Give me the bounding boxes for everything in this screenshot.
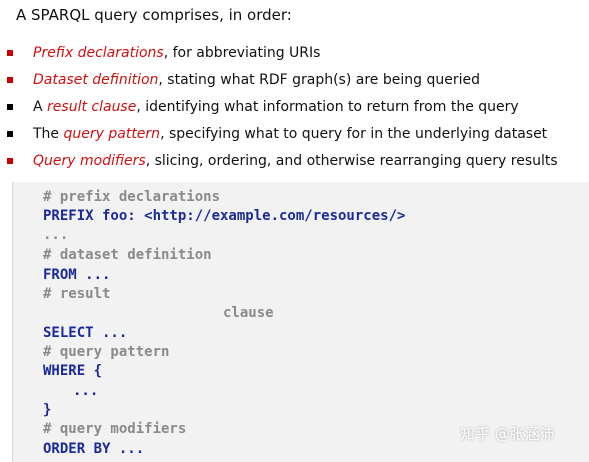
square-bullet-icon	[7, 158, 13, 164]
code-comment-prefix: # prefix declarations	[43, 189, 221, 205]
code-from-line: FROM ...	[43, 267, 111, 283]
code-where-line: WHERE {	[43, 363, 103, 379]
code-closing-brace: }	[43, 402, 52, 418]
bullet-highlight: Dataset definition	[33, 72, 159, 88]
code-select-line: SELECT ...	[43, 325, 128, 341]
bullet-rest: , stating what RDF graph(s) are being qu…	[158, 72, 480, 88]
bullet-rest: , for abbreviating URIs	[163, 45, 321, 61]
bullet-rest: , specifying what to query for in the un…	[160, 126, 548, 142]
code-prefix-line: PREFIX foo: <http://example.com/resource…	[43, 208, 406, 224]
code-ellipsis: ...	[43, 227, 69, 243]
bullet-highlight: query pattern	[63, 126, 161, 142]
code-ellipsis: ...	[73, 383, 99, 399]
list-item: The query pattern, specifying what to qu…	[0, 123, 589, 150]
bullet-highlight: result clause	[47, 99, 137, 115]
bullet-highlight: Prefix declarations	[33, 45, 164, 61]
list-item: Query modifiers, slicing, ordering, and …	[0, 150, 589, 177]
code-block: # prefix declarations PREFIX foo: <http:…	[12, 182, 589, 462]
square-bullet-icon	[7, 104, 13, 110]
bullet-prefix: A	[33, 99, 48, 115]
list-item: Prefix declarations, for abbreviating UR…	[0, 42, 589, 69]
bullet-highlight: Query modifiers	[33, 153, 146, 169]
code-comment-dataset: # dataset definition	[43, 247, 212, 263]
list-item: Dataset definition, stating what RDF gra…	[0, 69, 589, 96]
bullet-rest: , identifying what information to return…	[136, 99, 519, 115]
square-bullet-icon	[7, 77, 13, 83]
code-comment-result: # result	[43, 286, 111, 302]
bullet-rest: , slicing, ordering, and otherwise rearr…	[145, 153, 558, 169]
bullet-prefix: The	[33, 126, 64, 142]
code-order-by-line: ORDER BY ...	[43, 441, 145, 457]
code-comment-modifiers: # query modifiers	[43, 421, 187, 437]
code-comment-clause: clause	[223, 305, 274, 321]
intro-heading: A SPARQL query comprises, in order:	[16, 6, 292, 24]
square-bullet-icon	[7, 50, 13, 56]
bullet-list: Prefix declarations, for abbreviating UR…	[0, 42, 589, 177]
watermark: 知乎 @张涵沛	[460, 425, 555, 443]
list-item: A result clause, identifying what inform…	[0, 96, 589, 123]
code-comment-pattern: # query pattern	[43, 344, 170, 360]
square-bullet-icon	[7, 131, 13, 137]
